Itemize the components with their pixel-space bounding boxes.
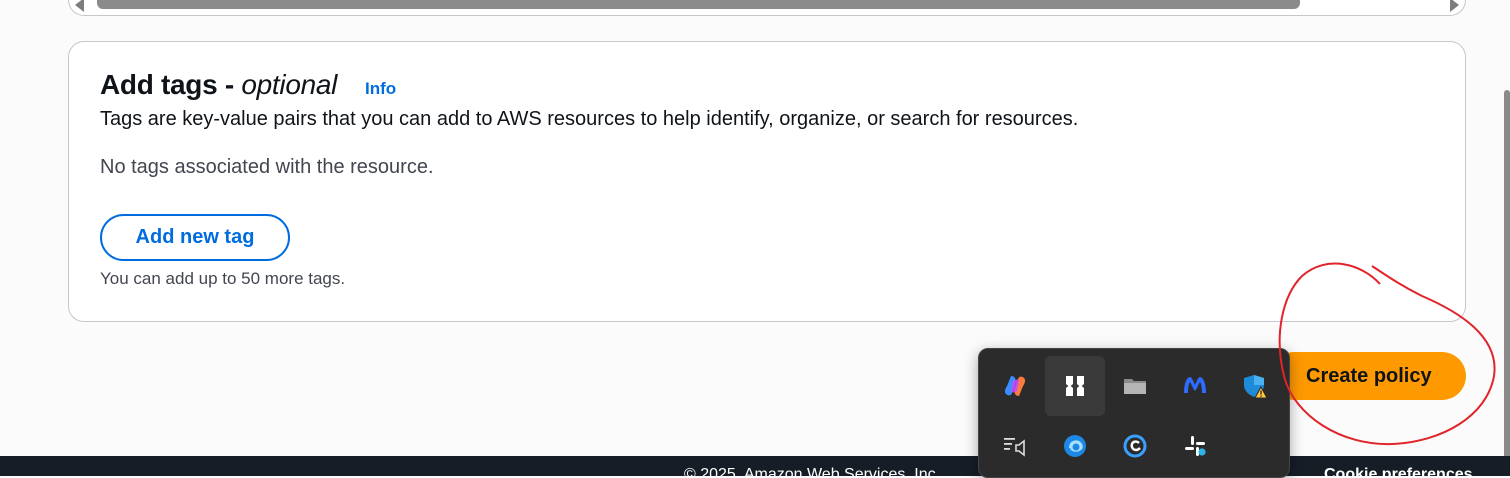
- pinned-app-icon[interactable]: [1045, 356, 1105, 416]
- security-shield-warning-icon[interactable]: [1225, 356, 1285, 416]
- scrollbar-thumb[interactable]: [97, 0, 1300, 9]
- page-vertical-scrollbar[interactable]: [1504, 90, 1510, 460]
- horizontal-scrollbar[interactable]: [68, 0, 1466, 16]
- malwarebytes-icon[interactable]: [1165, 356, 1225, 416]
- tag-limit-note: You can add up to 50 more tags.: [100, 269, 346, 288]
- panel-title-main: Add tags -: [100, 69, 242, 100]
- copilot-icon[interactable]: [985, 356, 1045, 416]
- create-policy-button[interactable]: Create policy: [1270, 352, 1466, 400]
- panel-description: Tags are key-value pairs that you can ad…: [100, 108, 1079, 130]
- slack-icon[interactable]: [1165, 416, 1225, 476]
- system-tray-overflow: [978, 348, 1290, 478]
- add-new-tag-button[interactable]: Add new tag: [100, 214, 290, 261]
- empty-tags-message: No tags associated with the resource.: [100, 156, 434, 178]
- panel-title-optional: optional: [241, 69, 338, 100]
- footer-copyright: © 2025, Amazon Web Services, Inc.: [684, 466, 941, 476]
- edge-icon[interactable]: [1045, 416, 1105, 476]
- scroll-right-arrow-icon[interactable]: [1450, 0, 1459, 12]
- sync-app-icon[interactable]: [1105, 416, 1165, 476]
- folder-icon[interactable]: [1105, 356, 1165, 416]
- voice-access-icon[interactable]: [985, 416, 1045, 476]
- add-tags-panel: Add tags - optional Info Tags are key-va…: [68, 41, 1466, 322]
- panel-title: Add tags - optional: [100, 68, 337, 102]
- scroll-left-arrow-icon[interactable]: [75, 0, 84, 12]
- info-link[interactable]: Info: [365, 79, 396, 99]
- cookie-preferences-link[interactable]: Cookie preferences: [1324, 466, 1473, 476]
